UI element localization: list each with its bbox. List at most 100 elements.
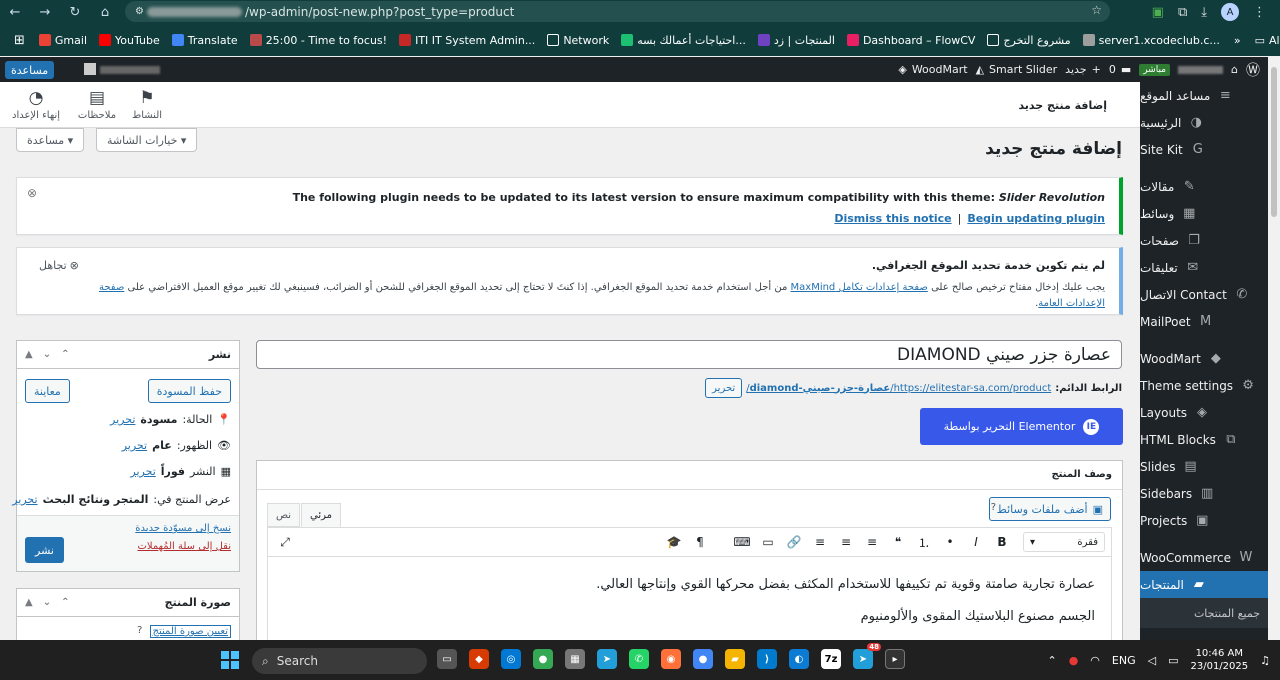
back-icon[interactable]: ← bbox=[0, 5, 30, 20]
vscode-icon[interactable]: ⟩ bbox=[757, 649, 777, 669]
preview-button[interactable]: معاينة bbox=[25, 379, 70, 403]
terminal-icon[interactable]: ▸ bbox=[885, 649, 905, 669]
sidebar-item[interactable]: M MailPoet bbox=[1140, 308, 1268, 335]
edit-publish-date-link[interactable]: تحرير bbox=[130, 465, 155, 478]
wordpress-logo-icon[interactable]: Ⓦ bbox=[1246, 60, 1260, 80]
bullet-list-icon[interactable]: • bbox=[939, 531, 961, 553]
sidebar-item[interactable]: ✎ مقالات bbox=[1140, 173, 1268, 200]
sidebar-item[interactable]: ◑ الرئيسية bbox=[1140, 109, 1268, 136]
bookmark-item[interactable]: 25:00 - Time to focus! bbox=[244, 28, 393, 52]
tray-chevron-icon[interactable]: ⌃ bbox=[1047, 654, 1056, 667]
bookmark-item[interactable]: احتياجات أعمالك بسه... bbox=[615, 28, 752, 52]
move-down-icon[interactable]: ▲ bbox=[25, 349, 33, 360]
edit-status-link[interactable]: تحرير bbox=[110, 413, 135, 426]
adminbar-woodmart[interactable]: ◈ WoodMart bbox=[898, 63, 967, 76]
collapse-icon[interactable]: ⌃ bbox=[61, 597, 69, 608]
sidebar-item[interactable]: ▦ وسائط bbox=[1140, 200, 1268, 227]
bookmark-item[interactable]: ITI IT System Admin... bbox=[393, 28, 541, 52]
move-up-icon[interactable]: ⌄ bbox=[43, 597, 51, 608]
close-notice-icon[interactable]: ⊗ bbox=[27, 186, 37, 200]
add-media-button[interactable]: أضف ملفات وسائط ▣ bbox=[988, 497, 1111, 521]
sidebar-item[interactable]: ❐ صفحات bbox=[1140, 227, 1268, 254]
bookmark-item[interactable]: Network bbox=[541, 28, 615, 52]
paragraph-mark-icon[interactable]: ¶ bbox=[689, 531, 711, 553]
all-bookmarks[interactable]: ▭All Bookmarks bbox=[1249, 28, 1280, 52]
redacted-site-name[interactable] bbox=[1178, 65, 1224, 74]
app-icon[interactable]: ◎ bbox=[501, 649, 521, 669]
align-center-icon[interactable]: ≡ bbox=[835, 531, 857, 553]
adminbar-new[interactable]: جديد + bbox=[1065, 63, 1101, 76]
align-right-icon[interactable]: ≡ bbox=[809, 531, 831, 553]
bookmark-item[interactable]: server1.xcodeclub.c... bbox=[1077, 28, 1226, 52]
sidebar-item[interactable]: ⧉ HTML Blocks bbox=[1140, 426, 1268, 453]
network-alert-icon[interactable]: ● bbox=[1069, 654, 1079, 667]
profile-avatar[interactable]: A bbox=[1221, 3, 1239, 21]
italic-icon[interactable]: I bbox=[965, 531, 987, 553]
keyboard-icon[interactable]: ⌨ bbox=[731, 531, 753, 553]
calculator-icon[interactable]: ▦ bbox=[565, 649, 585, 669]
help-tab-button[interactable]: مساعدة ▾ bbox=[16, 128, 85, 152]
clock[interactable]: 10:46 AM 23/01/2025 bbox=[1190, 647, 1248, 673]
download-icon[interactable]: ⤓ bbox=[1201, 5, 1207, 20]
activity-button[interactable]: ⚑ النشاط bbox=[122, 88, 172, 121]
adminbar-smart-slider[interactable]: ◭ Smart Slider bbox=[976, 63, 1058, 76]
publish-button[interactable]: نشر bbox=[25, 537, 64, 563]
start-icon[interactable] bbox=[221, 651, 239, 669]
sidebar-item[interactable]: ▤ Slides bbox=[1140, 453, 1268, 480]
align-left-icon[interactable]: ≡ bbox=[861, 531, 883, 553]
site-home-icon[interactable]: ⌂ bbox=[1231, 63, 1238, 76]
apps-grid-icon[interactable]: ⊞ bbox=[8, 33, 31, 48]
whatsapp-icon[interactable]: ✆ bbox=[629, 649, 649, 669]
bookmark-item[interactable]: Translate bbox=[166, 28, 244, 52]
7zip-icon[interactable]: 7z bbox=[821, 649, 841, 669]
sidebar-item[interactable]: ▣ Projects bbox=[1140, 507, 1268, 534]
extension-icon[interactable]: ▣ bbox=[1152, 5, 1164, 20]
bookmark-item[interactable]: مشروع التخرج bbox=[981, 28, 1076, 52]
finish-setup-button[interactable]: ◔ إنهاء الإعداد bbox=[8, 88, 64, 121]
bookmark-star-icon[interactable]: ☆ bbox=[1091, 3, 1102, 17]
bookmark-item[interactable]: Gmail bbox=[33, 28, 93, 52]
wifi-icon[interactable]: ◠ bbox=[1090, 654, 1100, 667]
chrome-icon[interactable]: ● bbox=[533, 649, 553, 669]
help-icon[interactable]: ? bbox=[137, 625, 142, 636]
forward-icon[interactable]: → bbox=[30, 5, 60, 20]
sidebar-item[interactable]: W WooCommerce bbox=[1140, 544, 1268, 571]
site-info-icon[interactable]: ⚙ bbox=[135, 6, 144, 17]
sidebar-item[interactable]: ▰ المنتجات bbox=[1140, 571, 1268, 598]
submenu-all-products[interactable]: جميع المنتجات bbox=[1140, 598, 1268, 628]
volume-icon[interactable]: ◁ bbox=[1148, 654, 1156, 667]
bookmark-item[interactable]: المنتجات | زد bbox=[752, 28, 841, 52]
move-to-trash-link[interactable]: نقل إلى سلة المُهملات bbox=[137, 541, 231, 552]
file-explorer-icon[interactable]: ▰ bbox=[725, 649, 745, 669]
edge-icon[interactable]: ◐ bbox=[789, 649, 809, 669]
bookmark-item[interactable]: Dashboard – FlowCV bbox=[841, 28, 982, 52]
task-view-icon[interactable]: ▭ bbox=[437, 649, 457, 669]
collapse-icon[interactable]: ⌃ bbox=[61, 349, 69, 360]
anydesk-icon[interactable]: ◆ bbox=[469, 649, 489, 669]
language-indicator[interactable]: ENG bbox=[1112, 654, 1136, 667]
sidebar-item[interactable]: ✉ تعليقات bbox=[1140, 254, 1268, 281]
product-title-input[interactable]: عصارة جزر صيني DIAMOND bbox=[256, 340, 1122, 369]
telegram-icon[interactable]: ➤ bbox=[597, 649, 617, 669]
sidebar-item[interactable]: ◈ Layouts bbox=[1140, 399, 1268, 426]
scrollbar-thumb[interactable] bbox=[1271, 67, 1277, 217]
set-product-image-link[interactable]: تعيين صورة المنتج bbox=[149, 625, 231, 638]
redacted-username[interactable] bbox=[100, 66, 160, 74]
extensions-puzzle-icon[interactable]: ⧉ bbox=[1178, 5, 1187, 20]
edit-visibility-link[interactable]: تحرير bbox=[122, 439, 147, 452]
blockquote-icon[interactable]: ❝ bbox=[887, 531, 909, 553]
address-bar[interactable]: ⚙ /wp-admin/post-new.php?post_type=produ… bbox=[125, 1, 1110, 22]
help-button[interactable]: مساعدة bbox=[5, 61, 55, 79]
copy-to-draft-link[interactable]: نسخ إلى مسوّدة جديدة bbox=[135, 523, 231, 534]
save-draft-button[interactable]: حفظ المسودة bbox=[147, 379, 231, 403]
numbered-list-icon[interactable]: ⒈ bbox=[913, 531, 935, 553]
sidebar-item[interactable]: ✆ Contact الاتصال bbox=[1140, 281, 1268, 308]
bookmarks-overflow-icon[interactable]: » bbox=[1228, 28, 1247, 52]
notification-bell-icon[interactable]: ♫ bbox=[1260, 654, 1270, 667]
taskbar-search[interactable]: ⌕ Search bbox=[252, 648, 427, 674]
read-more-icon[interactable]: ▭ bbox=[757, 531, 779, 553]
edit-catalog-visibility-link[interactable]: تحرير bbox=[12, 493, 37, 506]
help-icon[interactable]: ? bbox=[991, 502, 996, 513]
notes-button[interactable]: ▤ ملاحظات bbox=[72, 88, 122, 121]
bookmark-item[interactable]: YouTube bbox=[93, 28, 166, 52]
